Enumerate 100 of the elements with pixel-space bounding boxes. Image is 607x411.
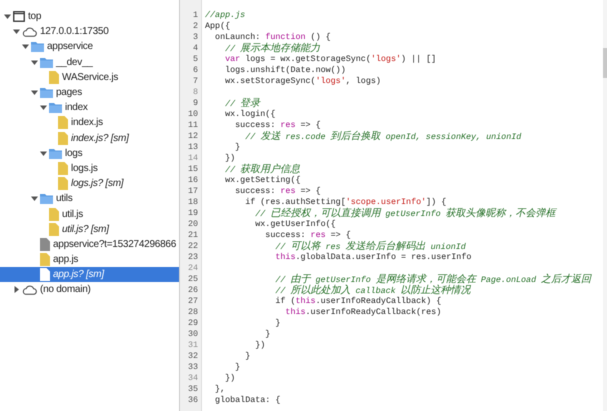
expanded-arrow-icon[interactable] <box>31 89 38 96</box>
line-number: 16 <box>186 175 199 186</box>
code-line: } <box>244 351 252 362</box>
file-icon <box>40 253 50 266</box>
tree-item[interactable]: top <box>0 9 179 24</box>
folder-icon <box>31 41 44 52</box>
tree-item[interactable]: index <box>0 100 179 116</box>
code-line: var logs = wx.getStorageSync('logs') || [] <box>224 54 438 65</box>
expanded-arrow-icon[interactable] <box>4 13 11 20</box>
line-number: 8 <box>192 87 199 98</box>
tree-item[interactable]: logs.js <box>0 160 179 176</box>
code-line: //app.js <box>205 10 246 21</box>
code-line: }) <box>224 373 236 384</box>
line-number: 17 <box>186 186 199 197</box>
line-number: 22 <box>186 241 199 252</box>
cloud-icon <box>22 284 37 295</box>
line-number: 35 <box>186 384 199 395</box>
file-icon <box>40 268 50 282</box>
file-icon <box>49 70 59 84</box>
code-line: App({ <box>205 21 232 32</box>
code-line: wx.getUserInfo({ <box>254 219 337 230</box>
tree-item[interactable]: util.js? [sm] <box>0 222 179 237</box>
file-icon <box>58 116 68 130</box>
frame-icon <box>13 11 25 22</box>
file-icon <box>58 132 68 145</box>
line-number: 30 <box>186 329 199 340</box>
code-line: // 由于 getUserInfo 是网络请求，可能会在 Page.onLoad 之后才返回 <box>274 274 593 285</box>
line-number: 31 <box>186 340 199 351</box>
line-number: 23 <box>186 252 199 263</box>
line-number: 10 <box>186 109 199 120</box>
line-number: 5 <box>192 54 199 65</box>
line-number: 6 <box>192 65 199 76</box>
code-line: if (res.authSetting['scope.userInfo']) { <box>244 197 448 208</box>
code-line: wx.login({ <box>224 109 276 120</box>
cloud-icon <box>22 26 37 37</box>
code-line: success: res => { <box>234 120 322 131</box>
tree-item[interactable]: app.js <box>0 252 179 268</box>
code-line: if (this.userInfoReadyCallback) { <box>274 296 442 307</box>
tree-item[interactable]: __dev__ <box>0 54 179 70</box>
code-line: this.globalData.userInfo = res.userInfo <box>274 252 472 263</box>
code-line: logs.unshift(Date.now()) <box>224 65 347 76</box>
line-number: 15 <box>186 164 199 175</box>
tree-item[interactable]: appservice <box>0 39 179 55</box>
tree-item[interactable]: logs <box>0 146 179 161</box>
code-line: } <box>234 142 242 153</box>
expanded-arrow-icon[interactable] <box>22 43 29 50</box>
line-number: 9 <box>192 98 199 109</box>
code-line: // 发送 res.code 到后台换取 openId, sessionKey, unionId <box>244 131 522 142</box>
code-line: wx.setStorageSync('logs', logs) <box>224 76 382 87</box>
tree-item[interactable]: app.js? [sm] <box>0 267 179 282</box>
folder-icon <box>40 56 53 68</box>
folder-icon <box>40 193 53 204</box>
tree-item[interactable]: pages <box>0 84 179 100</box>
line-number: 24 <box>186 263 199 274</box>
code-line: // 获取用户信息 <box>224 164 302 175</box>
line-number: 13 <box>186 142 199 153</box>
line-number: 11 <box>186 120 199 131</box>
file-icon <box>58 162 68 175</box>
line-number: 27 <box>186 296 199 307</box>
code-line: }) <box>224 153 236 164</box>
tree-item[interactable]: index.js <box>0 115 179 130</box>
code-line: wx.getSetting({ <box>224 175 302 186</box>
tree-item[interactable]: (no domain) <box>0 282 179 298</box>
line-number: 12 <box>186 131 199 142</box>
line-number: 32 <box>186 351 199 362</box>
tree-item[interactable]: utils <box>0 191 179 206</box>
expanded-arrow-icon[interactable] <box>31 58 38 66</box>
expanded-arrow-icon[interactable] <box>40 104 47 112</box>
tree-item[interactable]: WAService.js <box>0 70 179 85</box>
line-number: 7 <box>192 76 199 87</box>
expanded-arrow-icon[interactable] <box>31 195 38 202</box>
tree-item[interactable]: logs.js? [sm] <box>0 176 179 192</box>
folder-icon <box>40 87 53 98</box>
line-number: 33 <box>186 362 199 373</box>
code-line: }, <box>214 384 226 395</box>
file-icon <box>49 222 59 236</box>
code-line: } <box>234 362 242 373</box>
line-number: 3 <box>192 32 199 43</box>
expanded-arrow-icon[interactable] <box>40 150 47 157</box>
tree-item[interactable]: appservice?t=153274296866 <box>0 236 179 252</box>
expanded-arrow-icon[interactable] <box>13 28 20 36</box>
code-line: this.userInfoReadyCallback(res) <box>284 307 442 318</box>
code-line: // 可以将 res 发送给后台解码出 unionId <box>274 241 467 252</box>
code-line: } <box>264 329 272 340</box>
folder-icon <box>49 148 62 159</box>
line-number: 21 <box>186 230 199 241</box>
tree-item[interactable]: util.js <box>0 206 179 222</box>
code-line: success: res => { <box>234 186 322 197</box>
line-number: 1 <box>192 10 199 21</box>
line-number: 28 <box>186 307 199 318</box>
file-icon <box>40 238 50 251</box>
line-number: 4 <box>192 43 199 54</box>
collapsed-arrow-icon[interactable] <box>13 286 20 294</box>
line-number: 18 <box>186 197 199 208</box>
line-number: 29 <box>186 318 199 329</box>
tree-item[interactable]: index.js? [sm] <box>0 130 179 146</box>
code-line: // 已经授权，可以直接调用 getUserInfo 获取头像昵称，不会弹框 <box>254 208 558 219</box>
line-number: 20 <box>186 219 199 230</box>
tree-item[interactable]: 127.0.0.1:17350 <box>0 24 179 40</box>
line-number: 26 <box>186 285 199 296</box>
